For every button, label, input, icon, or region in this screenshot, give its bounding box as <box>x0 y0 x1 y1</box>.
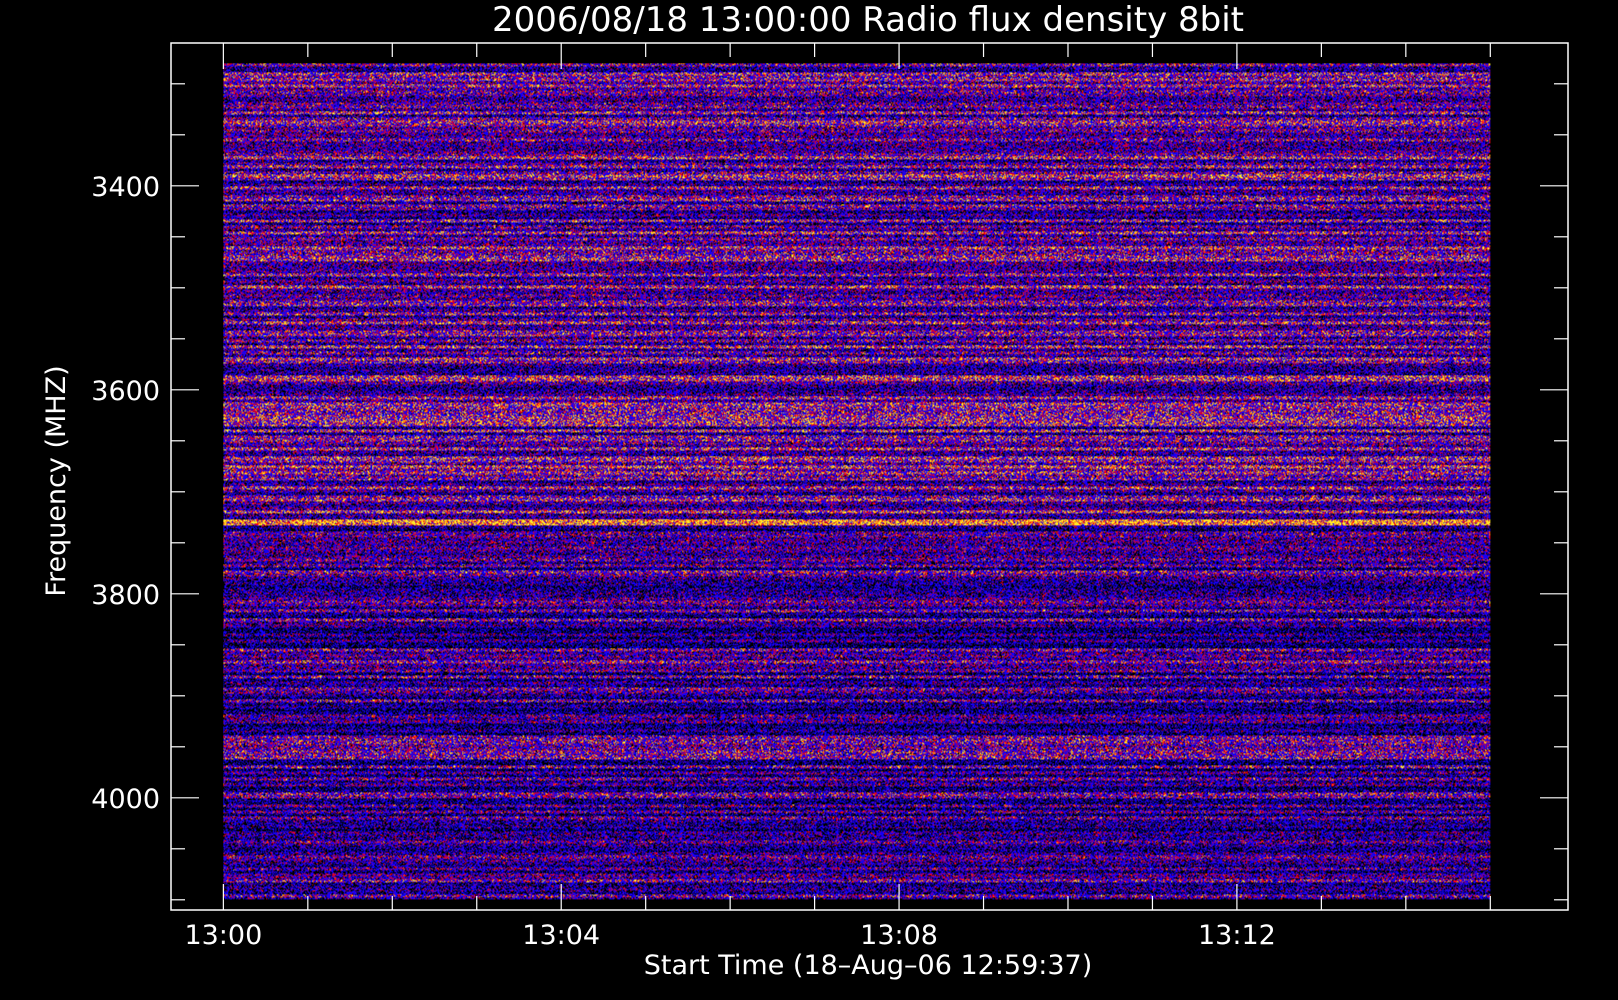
y-tick-label: 3400 <box>91 172 160 203</box>
chart-title: 2006/08/18 13:00:00 Radio flux density 8… <box>492 0 1244 40</box>
y-axis-label: Frequency (MHZ) <box>41 365 72 596</box>
spectrogram-heatmap <box>223 63 1491 900</box>
x-tick-label: 13:04 <box>522 920 600 951</box>
x-axis-label: Start Time (18–Aug–06 12:59:37) <box>644 950 1093 981</box>
x-tick-label: 13:12 <box>1198 920 1276 951</box>
y-tick-label: 3800 <box>91 580 160 611</box>
spectrogram-chart: 2006/08/18 13:00:00 Radio flux density 8… <box>0 0 1618 1000</box>
y-tick-label: 3600 <box>91 376 160 407</box>
x-tick-label: 13:00 <box>184 920 262 951</box>
heatmap-image <box>223 63 1491 900</box>
y-tick-label: 4000 <box>91 784 160 815</box>
x-tick-label: 13:08 <box>860 920 938 951</box>
